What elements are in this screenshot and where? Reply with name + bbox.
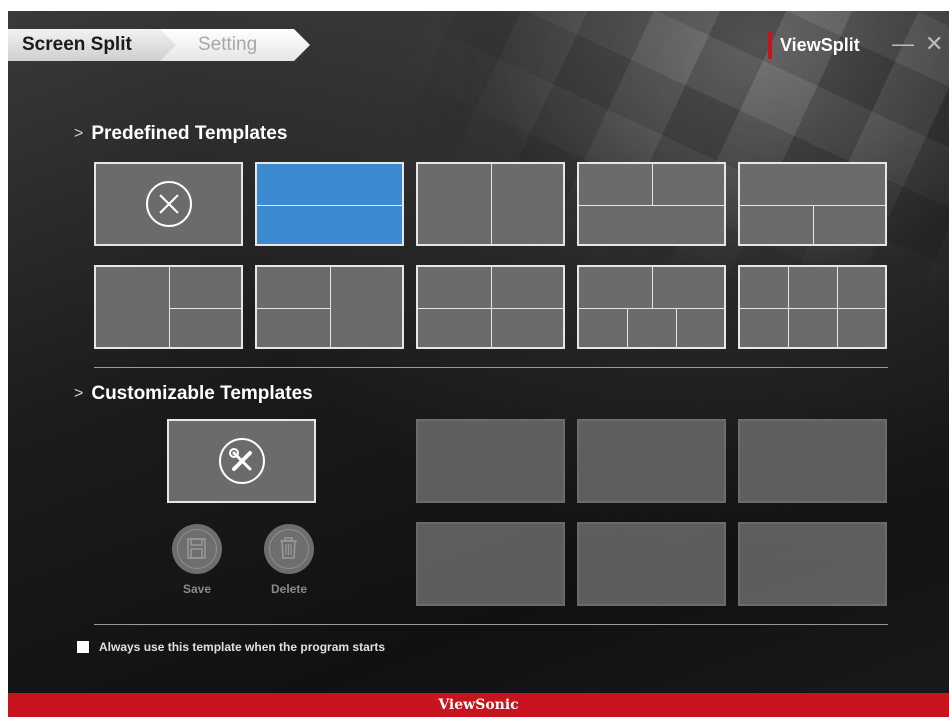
app-title: ViewSplit bbox=[780, 34, 860, 55]
template-1-left-2-right[interactable] bbox=[94, 265, 243, 349]
template-2-horizontal[interactable] bbox=[255, 162, 404, 246]
tab-screen-split[interactable]: Screen Split bbox=[8, 29, 176, 61]
tab-setting[interactable]: Setting bbox=[158, 29, 310, 61]
trash-icon bbox=[269, 529, 309, 569]
customizable-title: Customizable Templates bbox=[91, 383, 313, 404]
chevron-right-icon: > bbox=[74, 125, 84, 142]
custom-slot-3[interactable] bbox=[738, 419, 887, 503]
brand: ViewSplit bbox=[768, 31, 860, 59]
viewsplit-window: Screen Split Setting ViewSplit — ✕ > Pre… bbox=[8, 11, 949, 717]
template-none[interactable] bbox=[94, 162, 243, 246]
bottom-divider bbox=[94, 624, 888, 625]
save-icon bbox=[177, 529, 217, 569]
minimize-button[interactable]: — bbox=[892, 31, 914, 57]
template-2-left-1-right[interactable] bbox=[255, 265, 404, 349]
chevron-right-icon: > bbox=[74, 385, 84, 402]
custom-template-editor[interactable] bbox=[167, 419, 316, 503]
save-button[interactable] bbox=[172, 524, 222, 574]
template-2-top-3-bottom[interactable] bbox=[577, 265, 726, 349]
tools-icon bbox=[218, 438, 265, 484]
custom-slot-1[interactable] bbox=[416, 419, 565, 503]
brand-accent-bar bbox=[768, 31, 772, 59]
template-2-vertical[interactable] bbox=[416, 162, 565, 246]
startup-checkbox[interactable] bbox=[77, 641, 89, 653]
custom-slot-2[interactable] bbox=[577, 419, 726, 503]
custom-slot-5[interactable] bbox=[577, 522, 726, 606]
customizable-section-title: > Customizable Templates bbox=[74, 383, 313, 405]
predefined-title: Predefined Templates bbox=[91, 123, 288, 144]
custom-slot-4[interactable] bbox=[416, 522, 565, 606]
template-2-top-1-bottom[interactable] bbox=[577, 162, 726, 246]
template-2x2-grid[interactable] bbox=[416, 265, 565, 349]
delete-button[interactable] bbox=[264, 524, 314, 574]
no-split-icon bbox=[145, 181, 192, 227]
startup-checkbox-label: Always use this template when the progra… bbox=[99, 640, 386, 654]
footer-bar: ViewSonic bbox=[8, 693, 949, 717]
section-divider bbox=[94, 367, 888, 368]
save-label: Save bbox=[182, 582, 212, 596]
predefined-section-title: > Predefined Templates bbox=[74, 123, 287, 145]
custom-slot-6[interactable] bbox=[738, 522, 887, 606]
template-1-top-2-bottom[interactable] bbox=[738, 162, 887, 246]
delete-label: Delete bbox=[270, 582, 308, 596]
template-3x2-grid[interactable] bbox=[738, 265, 887, 349]
close-button[interactable]: ✕ bbox=[925, 31, 943, 57]
viewsonic-logo: ViewSonic bbox=[438, 697, 519, 713]
